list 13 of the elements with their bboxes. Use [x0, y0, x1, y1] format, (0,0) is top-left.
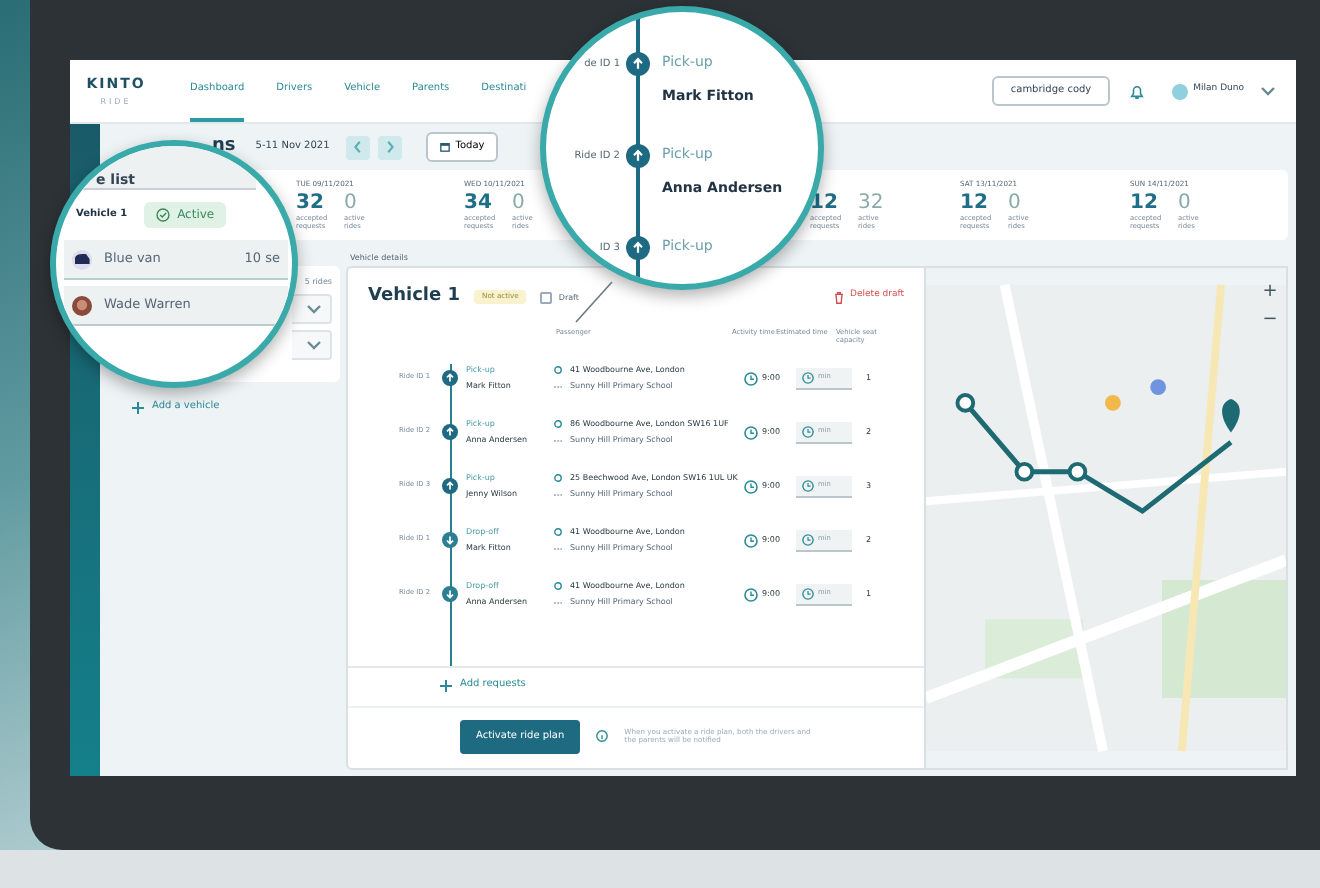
- vehicle-title: Vehicle 1: [368, 284, 460, 310]
- accepted-count: 12: [960, 193, 990, 214]
- accepted-count: 12: [1130, 193, 1160, 214]
- active-count: 0: [512, 193, 527, 214]
- active-count: 0: [1008, 193, 1023, 214]
- zoom-out-button[interactable]: −: [1260, 308, 1280, 332]
- accepted-count: 12: [810, 193, 840, 214]
- zoom-in-button[interactable]: +: [1260, 280, 1280, 304]
- active-count: 0: [344, 193, 359, 214]
- accepted-count: 34: [464, 193, 494, 214]
- accepted-count: 32: [296, 193, 326, 214]
- active-count: 32: [858, 193, 886, 214]
- active-count: 0: [1178, 193, 1193, 214]
